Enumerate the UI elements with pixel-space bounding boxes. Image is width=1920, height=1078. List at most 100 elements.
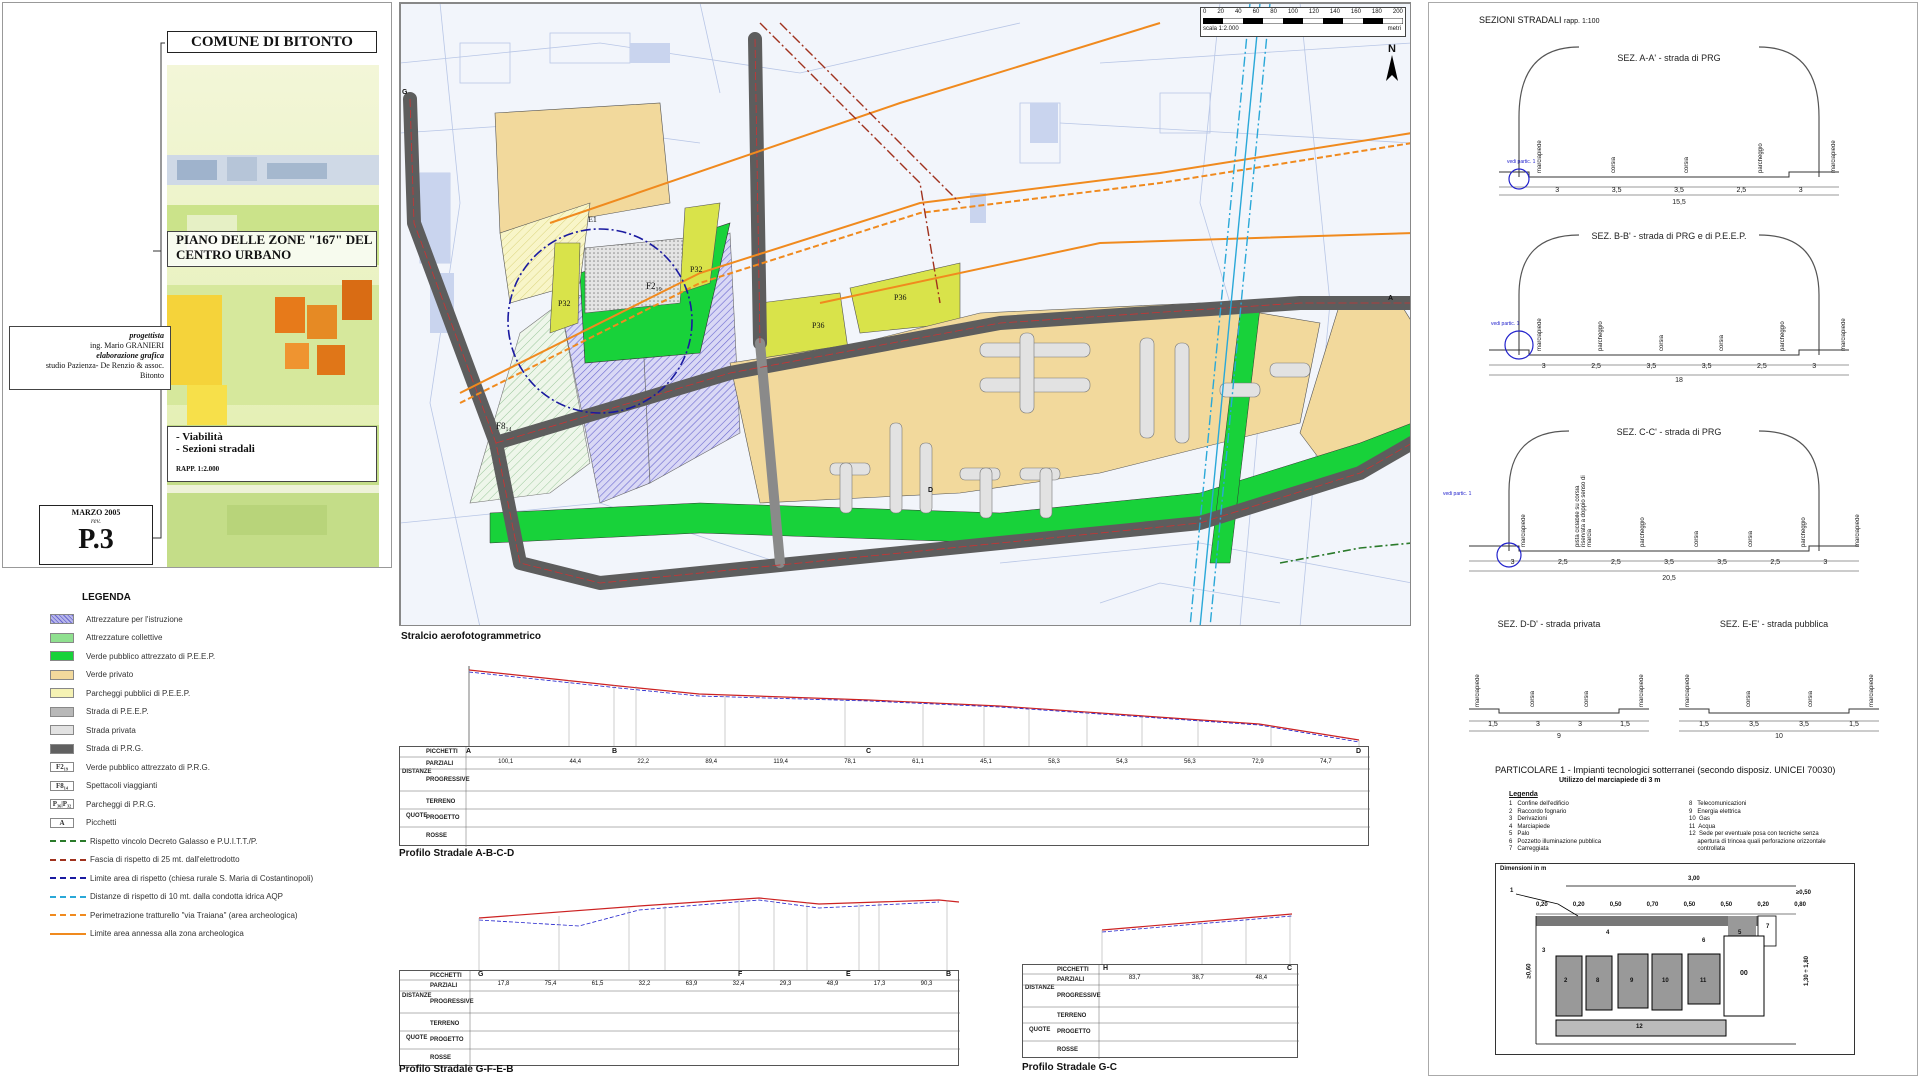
detail-legend-entry: 4 Marciapiede — [1509, 823, 1551, 830]
legend-label: Attrezzature per l'istruzione — [86, 614, 183, 624]
legend-label: Distanze di rispetto di 10 mt. dalla con… — [90, 892, 283, 901]
section-lane-label: marciapiede — [1840, 318, 1847, 351]
section-dd-title: SEZ. D-D' - strada privata — [1497, 619, 1601, 629]
scale-tick: 20 — [1217, 9, 1224, 15]
zone-label-p32-b: P32 — [690, 265, 703, 274]
legend-heading: LEGENDA — [82, 592, 131, 603]
legend-item: Strada di P.R.G. — [50, 742, 143, 756]
section-bb-total: 18 — [1675, 377, 1683, 384]
detail-legend-entry: 1 Confine dell'edificio — [1509, 801, 1569, 807]
legend-item: F8₁₄ Spettacoli viaggianti — [50, 779, 157, 793]
north-arrow-icon — [1386, 55, 1398, 81]
detail-num-3: 3 — [1542, 948, 1546, 954]
section-dimension: 3,5 — [1717, 559, 1727, 566]
legend-item: Perimetrazione tratturello "via Traiana"… — [50, 908, 298, 922]
legend-tag: F2₁₉ — [50, 762, 74, 772]
section-dimension: 3,5 — [1611, 187, 1622, 194]
legend-label: Limite area di rispetto (chiesa rurale S… — [90, 873, 314, 883]
scale-tick: 100 — [1287, 9, 1298, 15]
section-dimension: 2,5 — [1736, 187, 1747, 194]
section-lane-label: corsia — [1719, 334, 1726, 351]
section-lane-label: corsia — [1684, 156, 1690, 173]
profile-abcd-chart — [468, 666, 1360, 746]
legend-tag: P₃₆|P₃₂ — [50, 799, 74, 809]
stake-g: G — [478, 971, 484, 978]
section-dimension: 3 — [1798, 187, 1803, 194]
detail-legend-entry: 12 Sede per eventuale posa con tecniche … — [1689, 831, 1819, 837]
legend-item: P₃₆|P₃₂ Parcheggi di P.R.G. — [50, 797, 156, 811]
municipality-name: COMUNE DI BITONTO — [191, 34, 353, 50]
legend-label: Perimetrazione tratturello "via Traiana"… — [90, 910, 298, 920]
scale-tick: 200 — [1392, 9, 1403, 15]
legend-line — [50, 932, 86, 935]
detail-num-9: 9 — [1630, 978, 1634, 984]
legend-item: Strada privata — [50, 723, 136, 737]
profile-gc-grid — [1023, 965, 1299, 1059]
designer-name: ing. Mario GRANIERI — [90, 341, 164, 350]
section-dimension: 1,5 — [1849, 721, 1859, 728]
scale-bar-graphic — [1203, 18, 1403, 24]
legend-label: Strada di P.R.G. — [86, 744, 144, 753]
legend-swatch — [50, 688, 74, 698]
sections-heading-text: SEZIONI STRADALI — [1479, 15, 1562, 25]
designer-label: progettista — [129, 331, 164, 340]
section-lane-label: marciapiede — [1521, 514, 1527, 547]
section-aa-note: vedi partic. 1 — [1507, 159, 1536, 165]
zone-label-p36-b: P36 — [894, 293, 907, 302]
legend-swatch — [50, 669, 74, 680]
scale-tick: 80 — [1270, 9, 1277, 15]
section-cc-note: vedi partic. 1 — [1443, 491, 1472, 497]
legend-line — [50, 877, 86, 879]
legend-item: Attrezzature collettive — [50, 631, 162, 645]
section-aa-labels: marciapiede corsia corsia parcheggio marciap… — [1537, 133, 1837, 173]
profile-gfeb-chart — [478, 897, 959, 970]
section-cc-labels: marciapiede pista ciclabile su corsia ris… — [1521, 473, 1861, 547]
map-stake-a: A — [1388, 295, 1394, 302]
legend-item: A Picchetti — [50, 816, 116, 830]
section-dimension: 3,5 — [1664, 559, 1674, 566]
section-dimension: 2,5 — [1611, 559, 1621, 566]
section-bb-dims: 3 2,5 3,5 3,5 2,5 3 — [1519, 363, 1839, 373]
section-aa-dims: 3 3,5 3,5 2,5 3 — [1529, 187, 1829, 197]
legend-item: Parcheggi pubblici di P.E.E.P. — [50, 686, 190, 700]
aerial-map[interactable]: F2₁₉ P32 P32 P36 P36 F8₁₄ E1 G A D 0 20 40… — [399, 2, 1411, 626]
legend-label: Rispetto vincolo Decreto Galasso e P.U.I… — [90, 836, 258, 846]
map-caption: Stralcio aerofotogrammetrico — [401, 631, 542, 642]
section-lane-label: marciapiede — [1638, 674, 1645, 707]
legend-tag: F8₁₄ — [50, 780, 74, 791]
legend-swatch — [50, 651, 74, 661]
graphics-city: Bitonto — [139, 371, 164, 380]
content-item-viabilita: - Viabilità — [176, 431, 223, 443]
zone-label-f814: F8₁₄ — [496, 421, 512, 431]
legend-item: Attrezzature per l'istruzione — [50, 612, 183, 626]
section-lane-label: corsia — [1747, 530, 1754, 547]
detail-num-6: 6 — [1702, 938, 1706, 944]
section-dimension: 3 — [1535, 721, 1540, 728]
section-lane-label: parcheggio — [1780, 321, 1787, 351]
profile-gfeb-caption: Profilo Stradale G-F-E-B — [399, 1064, 514, 1075]
profile-abcd: DISTANZE QUOTE PICCHETTI PARZIALI PROGRE… — [399, 660, 1399, 859]
profile-gfeb: DISTANZE QUOTE PICCHETTI PARZIALI PROGRE… — [399, 878, 960, 1075]
stake-h: H — [1103, 965, 1109, 972]
detail-num-12: 12 — [1636, 1024, 1643, 1030]
content-item-sezioni: - Sezioni stradali — [176, 443, 255, 455]
municipality-box: COMUNE DI BITONTO — [167, 31, 377, 53]
detail-num-8: 8 — [1596, 978, 1600, 984]
section-dimension: 3 — [1541, 363, 1546, 370]
section-dimension: 3,5 — [1799, 721, 1809, 728]
legend-item: Rispetto vincolo Decreto Galasso e P.U.I… — [50, 834, 257, 848]
section-lane-label: marciapiede — [1537, 140, 1543, 173]
section-lane-label: marciapiede — [1868, 674, 1875, 707]
section-lane-label: corsia — [1693, 530, 1700, 547]
scale-text: scala 1:2.000 — [1203, 26, 1239, 32]
legend-item: Verde pubblico attrezzato di P.E.E.P. — [50, 649, 215, 663]
section-dimension: 3 — [1510, 559, 1515, 566]
section-dimension: 1,5 — [1699, 721, 1709, 728]
graphics-studio: studio Pazienza- De Renzio & assoc. — [45, 361, 164, 370]
detail-num-1: 1 — [1510, 888, 1514, 894]
scale-tick: 120 — [1308, 9, 1319, 15]
plan-title-text: PIANO DELLE ZONE "167" DEL CENTRO URBANO — [176, 232, 372, 262]
detail-num-4: 4 — [1606, 930, 1610, 936]
detail-num-10: 10 — [1662, 978, 1669, 984]
map-stake-g: G — [402, 89, 408, 96]
